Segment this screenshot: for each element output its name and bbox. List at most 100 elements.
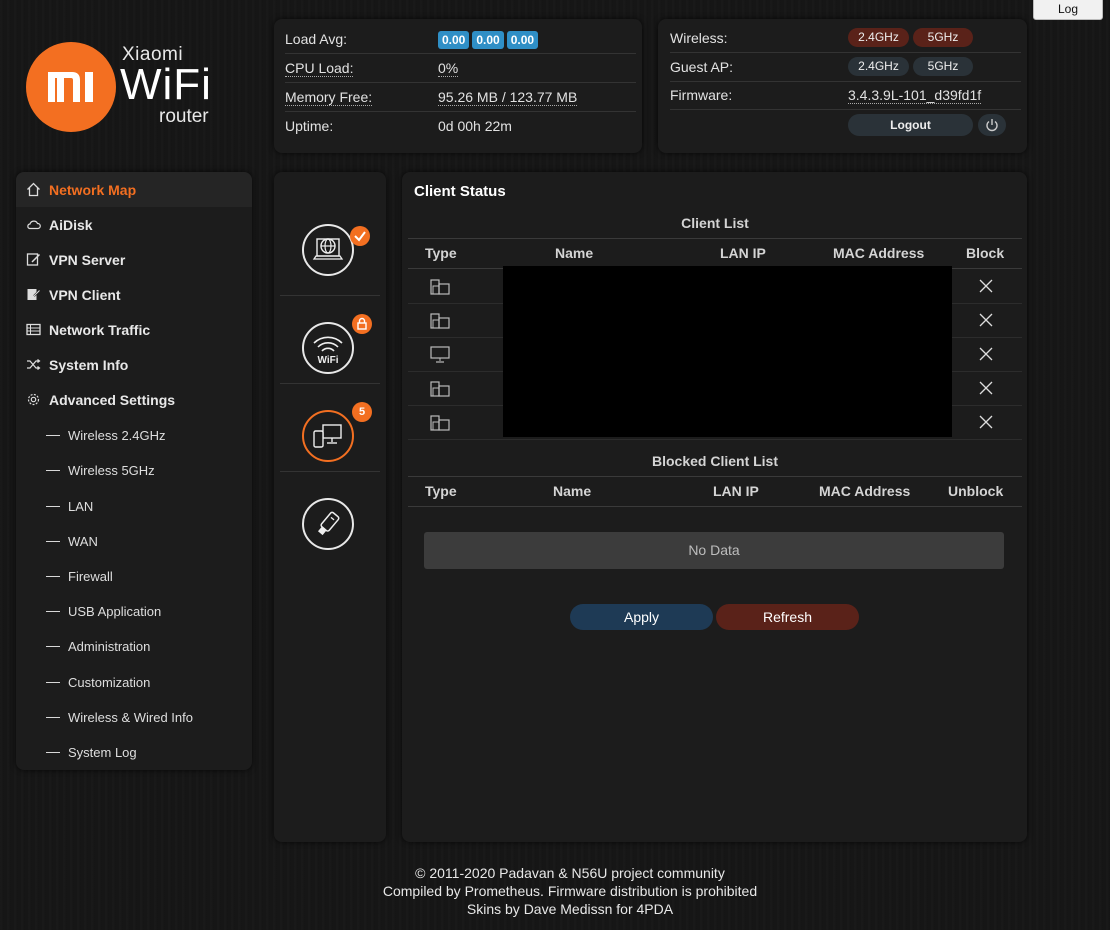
wireless-row: Wireless: 2.4GHz 5GHz: [670, 24, 1021, 53]
system-status-panel: Load Avg: 0.00 0.00 0.00 CPU Load: 0% Memo…: [274, 19, 642, 153]
mobile-device-icon: [430, 415, 450, 431]
memory-free-label[interactable]: Memory Free:: [285, 89, 373, 106]
sidebar-item-network-traffic[interactable]: Network Traffic: [16, 312, 252, 347]
cpu-load-row: CPU Load: 0%: [285, 54, 636, 83]
logout-button[interactable]: Logout: [848, 114, 973, 136]
blocked-header-type: Type: [425, 483, 457, 499]
sidebar-sub-customization[interactable]: Customization: [16, 665, 252, 700]
sidebar-sub-label: LAN: [68, 499, 94, 514]
client-header-type: Type: [425, 245, 457, 261]
blocked-list-title: Blocked Client List: [651, 453, 779, 469]
sidebar-sub-label: System Log: [68, 745, 137, 760]
block-close-icon[interactable]: [979, 279, 993, 293]
sidebar-item-network-map[interactable]: Network Map: [16, 172, 252, 207]
block-close-icon[interactable]: [979, 415, 993, 429]
usb-status-cell[interactable]: [280, 472, 380, 559]
block-close-icon[interactable]: [979, 347, 993, 361]
block-close-icon[interactable]: [979, 381, 993, 395]
network-map-icon-column: WiFi 5: [274, 172, 386, 842]
sidebar-sub-label: Wireless 2.4GHz: [68, 428, 166, 443]
uptime-label: Uptime:: [285, 118, 334, 134]
wireless-24-toggle[interactable]: 2.4GHz: [848, 28, 909, 47]
load-avg-label: Load Avg:: [285, 31, 348, 47]
footer-compiled: Compiled by Prometheus. Firmware distrib…: [382, 883, 758, 899]
sidebar-sub-wireless-5[interactable]: Wireless 5GHz: [16, 453, 252, 488]
vpn-client-icon: [27, 289, 41, 300]
clients-count-badge: 5: [352, 402, 372, 422]
sidebar-sub-lan[interactable]: LAN: [16, 489, 252, 524]
cloud-icon: [27, 220, 41, 230]
cpu-load-label[interactable]: CPU Load:: [285, 60, 354, 77]
footer: © 2011-2020 Padavan & N56U project commu…: [220, 864, 920, 918]
sidebar: Network Map AiDisk VPN Server VPN Client…: [16, 172, 252, 770]
sidebar-sub-wireless-wired-info[interactable]: Wireless & Wired Info: [16, 700, 252, 735]
blocked-header-name: Name: [553, 483, 592, 499]
firmware-row: Firmware: 3.4.3.9L-101_d39fd1f: [670, 81, 1021, 110]
power-icon[interactable]: [978, 114, 1006, 136]
blocked-header-unblock: Unblock: [948, 483, 1004, 499]
sidebar-sub-usb-application[interactable]: USB Application: [16, 594, 252, 629]
sidebar-item-vpn-client[interactable]: VPN Client: [16, 277, 252, 312]
memory-row: Memory Free: 95.26 MB / 123.77 MB: [285, 83, 636, 112]
sidebar-sub-firewall[interactable]: Firewall: [16, 559, 252, 594]
cpu-load-value[interactable]: 0%: [438, 60, 459, 77]
sidebar-sub-label: Wireless 5GHz: [68, 463, 155, 478]
memory-free-value[interactable]: 95.26 MB / 123.77 MB: [438, 89, 578, 106]
clients-icon: [302, 410, 354, 462]
svg-text:WiFi: WiFi: [317, 355, 338, 366]
refresh-button[interactable]: Refresh: [716, 604, 859, 630]
client-status-panel: Client Status Client List Type Name LAN …: [402, 172, 1027, 842]
sidebar-sub-wireless-24[interactable]: Wireless 2.4GHz: [16, 418, 252, 453]
sidebar-item-label: Network Traffic: [49, 322, 151, 338]
sidebar-item-label: AiDisk: [49, 217, 93, 233]
footer-skins: Skins by Dave Medissn for 4PDA: [466, 901, 674, 917]
sidebar-item-system-info[interactable]: System Info: [16, 347, 252, 382]
blocked-header-lan-ip: LAN IP: [713, 483, 759, 499]
blocked-header-mac: MAC Address: [819, 483, 911, 499]
client-list-title: Client List: [681, 215, 749, 231]
sidebar-item-label: System Info: [49, 357, 129, 373]
uptime-value: 0d 00h 22m: [438, 118, 512, 134]
sidebar-item-label: Network Map: [49, 182, 137, 198]
log-button[interactable]: Log: [1033, 0, 1103, 20]
load-avg-5: 0.00: [472, 31, 504, 49]
sidebar-sub-label: Administration: [68, 639, 151, 654]
wireless-label: Wireless:: [670, 30, 728, 46]
sidebar-item-label: Advanced Settings: [49, 392, 176, 408]
wifi-icon: WiFi: [302, 322, 354, 374]
shuffle-icon: [27, 359, 41, 370]
logo: Xiaomi WiFi router: [26, 42, 236, 134]
sidebar-item-label: VPN Server: [49, 252, 126, 268]
firmware-value[interactable]: 3.4.3.9L-101_d39fd1f: [848, 87, 982, 104]
sidebar-item-aidisk[interactable]: AiDisk: [16, 207, 252, 242]
load-avg-15: 0.00: [506, 31, 539, 49]
guest-24-toggle[interactable]: 2.4GHz: [848, 57, 909, 76]
sidebar-sub-system-log[interactable]: System Log: [16, 735, 252, 770]
apply-button[interactable]: Apply: [570, 604, 713, 630]
home-icon: [27, 182, 40, 197]
footer-copyright: © 2011-2020 Padavan & N56U project commu…: [415, 865, 725, 881]
page-title: Client Status: [414, 183, 506, 200]
sidebar-sub-wan[interactable]: WAN: [16, 524, 252, 559]
clients-status-cell[interactable]: 5: [280, 384, 380, 472]
sidebar-item-vpn-server[interactable]: VPN Server: [16, 242, 252, 277]
sidebar-sub-label: USB Application: [68, 604, 162, 619]
internet-status-cell[interactable]: [280, 208, 380, 296]
mi-logo-icon: [26, 42, 116, 132]
sidebar-sub-administration[interactable]: Administration: [16, 629, 252, 664]
usb-icon: [302, 498, 354, 550]
uptime-row: Uptime: 0d 00h 22m: [285, 112, 636, 140]
block-close-icon[interactable]: [979, 313, 993, 327]
sidebar-item-advanced-settings[interactable]: Advanced Settings: [16, 382, 252, 417]
client-header-mac: MAC Address: [833, 245, 925, 261]
wireless-5-toggle[interactable]: 5GHz: [913, 28, 973, 47]
wifi-status-cell[interactable]: WiFi: [280, 296, 380, 384]
client-header-lan-ip: LAN IP: [720, 245, 766, 261]
guest-ap-label: Guest AP:: [670, 59, 734, 75]
guest-5-toggle[interactable]: 5GHz: [913, 57, 973, 76]
check-icon: [350, 226, 370, 246]
logo-sub: router: [159, 106, 209, 127]
vpn-server-icon: [26, 253, 41, 266]
client-header-block: Block: [966, 245, 1005, 261]
sidebar-sub-label: Firewall: [68, 569, 113, 584]
